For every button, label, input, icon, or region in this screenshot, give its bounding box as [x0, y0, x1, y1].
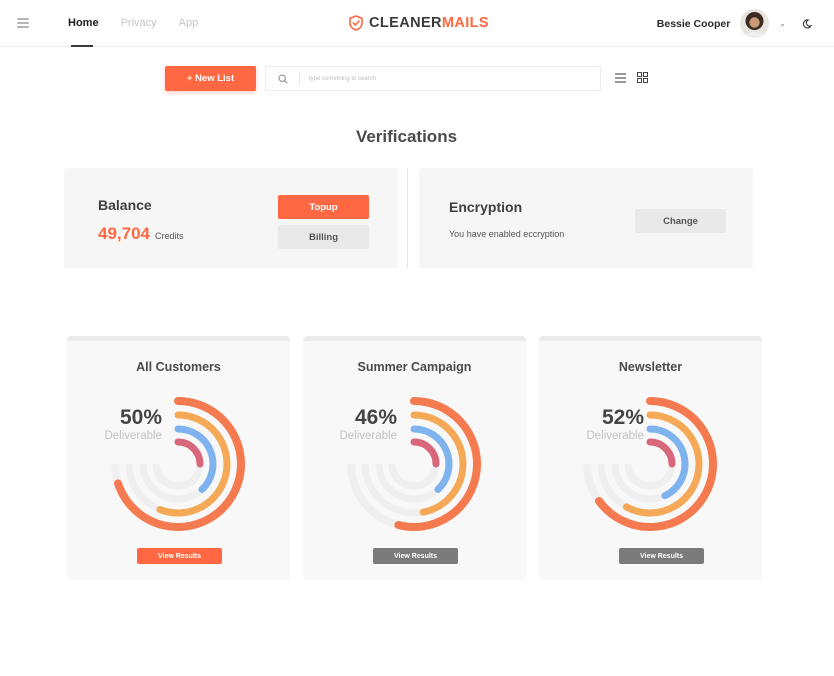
card-newsletter: Newsletter 52% Deliverable View Results — [539, 336, 762, 580]
shield-icon — [349, 15, 363, 31]
moon-icon[interactable] — [802, 18, 812, 29]
balance-panel: Balance 49,704 Credits Topup Billing — [64, 168, 398, 268]
view-results-button[interactable]: View Results — [137, 548, 222, 564]
card-summer-campaign: Summer Campaign 46% Deliverable View Res… — [303, 336, 526, 580]
billing-button[interactable]: Billing — [278, 225, 369, 249]
topup-button[interactable]: Topup — [278, 195, 369, 219]
ring-arc-inner — [410, 438, 440, 468]
user-menu[interactable]: Bessie Cooper ⌄ — [657, 9, 812, 38]
new-list-button[interactable]: + New List — [165, 66, 256, 91]
view-results-button[interactable]: View Results — [619, 548, 704, 564]
ring-track-inner — [152, 463, 204, 490]
change-button[interactable]: Change — [635, 209, 726, 233]
search-input[interactable] — [309, 71, 589, 87]
balance-unit: Credits — [155, 231, 184, 241]
search-divider — [299, 73, 300, 85]
nav-app[interactable]: App — [179, 0, 199, 47]
deliverability-ring-chart — [583, 397, 717, 531]
search-bar[interactable] — [265, 66, 601, 91]
main-nav: Home Privacy App — [68, 0, 220, 47]
balance-amount: 49,704 — [98, 224, 150, 243]
avatar[interactable] — [740, 9, 770, 38]
encryption-title: Encryption — [449, 199, 523, 215]
deliverable-label: Deliverable — [586, 430, 644, 442]
hamburger-icon[interactable] — [17, 18, 29, 28]
toolbar: + New List — [0, 66, 834, 91]
encryption-panel: Encryption You have enabled eccryption C… — [419, 168, 753, 268]
ring-arc-inner — [174, 438, 204, 468]
ring-track-inner — [388, 463, 440, 490]
view-results-button[interactable]: View Results — [373, 548, 458, 564]
deliverable-label: Deliverable — [339, 430, 397, 442]
panel-divider — [407, 168, 408, 268]
deliverability-ring-chart — [347, 397, 481, 531]
balance-value: 49,704 Credits — [98, 224, 184, 244]
brand-name: CLEANERMAILS — [369, 15, 489, 31]
balance-title: Balance — [98, 197, 152, 213]
ring-arc-inner — [646, 438, 676, 468]
grid-view-icon[interactable] — [637, 72, 648, 83]
list-view-icon[interactable] — [615, 73, 626, 83]
nav-privacy[interactable]: Privacy — [121, 0, 157, 47]
deliverable-percent: 46% — [354, 406, 397, 429]
card-all-customers: All Customers 50% Deliverable View Resul… — [67, 336, 290, 580]
deliverable-percent: 50% — [119, 406, 162, 429]
deliverability-ring-chart — [111, 397, 245, 531]
search-icon — [278, 74, 288, 84]
deliverable-label: Deliverable — [104, 430, 162, 442]
ring-track-inner — [624, 463, 676, 490]
page-title: Verifications — [355, 127, 458, 146]
nav-home[interactable]: Home — [68, 0, 99, 47]
user-name: Bessie Cooper — [656, 17, 731, 30]
deliverable-percent: 52% — [601, 406, 644, 429]
chevron-down-icon[interactable]: ⌄ — [779, 19, 786, 28]
top-bar: Home Privacy App CLEANERMAILS Bessie Coo… — [0, 0, 834, 47]
encryption-description: You have enabled eccryption — [449, 229, 565, 239]
brand-logo[interactable]: CLEANERMAILS — [349, 15, 489, 31]
